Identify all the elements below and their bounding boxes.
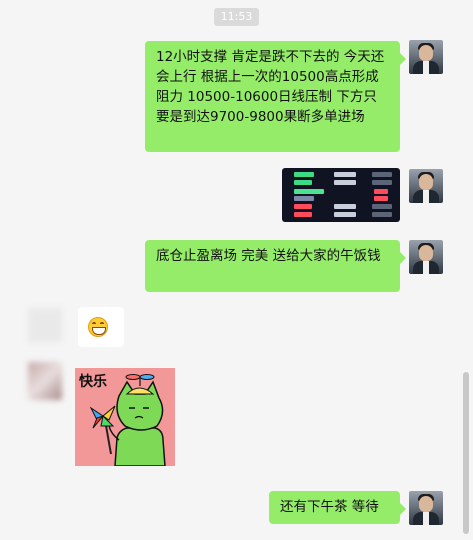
screenshot-row [294,212,312,217]
avatar-face [419,245,433,261]
chat-scrollbar[interactable] [463,372,469,534]
chat-window: 11:53 12小时支撑 肯定是跌不下去的 今天还会上行 根据上一次的10500… [0,0,473,540]
message-bubble-6[interactable]: 还有下午茶 等待 [269,491,406,524]
avatar-shirt [423,512,429,525]
screenshot-row [334,204,356,209]
screenshot-row [294,180,312,185]
avatar-face [419,174,433,190]
avatar-face [419,496,433,512]
screenshot-row [294,172,314,177]
message-text-6: 还有下午茶 等待 [280,499,379,515]
message-bubble-1[interactable]: 12小时支撑 肯定是跌不下去的 今天还会上行 根据上一次的10500高点形成阻力… [145,41,406,152]
avatar-shirt [423,61,429,74]
avatar-self[interactable] [409,40,443,74]
message-text-1: 12小时支撑 肯定是跌不下去的 今天还会上行 根据上一次的10500高点形成阻力… [156,49,385,125]
screenshot-row [334,180,356,185]
screenshot-row [372,204,392,209]
message-text-3: 底仓止盈离场 完美 送给大家的午饭钱 [156,248,381,264]
cat-figure [108,374,166,466]
avatar-self[interactable] [409,169,443,203]
grinning-emoji-icon [88,317,108,337]
screenshot-row [294,196,314,201]
screenshot-row [372,212,392,217]
screenshot-row [294,189,324,194]
screenshot-row [374,189,388,194]
screenshot-row [334,172,356,177]
avatar-other-blurred[interactable] [28,308,62,342]
pinwheel-icon [89,405,116,455]
sticker-happy-cat[interactable]: 快乐 [75,368,175,466]
avatar-self[interactable] [409,491,443,525]
screenshot-row [372,172,392,177]
avatar-face [419,45,433,61]
screenshot-row [334,212,356,217]
screenshot-row [294,204,312,209]
image-message-trading-screenshot[interactable] [282,168,400,222]
avatar-self[interactable] [409,240,443,274]
avatar-shirt [423,261,429,274]
message-bubble-3[interactable]: 底仓止盈离场 完美 送给大家的午饭钱 [145,240,406,292]
screenshot-row [372,180,392,185]
timestamp: 11:53 [214,8,259,26]
avatar-shirt [423,190,429,203]
screenshot-row [374,196,388,201]
avatar-other-blurred[interactable] [28,362,62,400]
